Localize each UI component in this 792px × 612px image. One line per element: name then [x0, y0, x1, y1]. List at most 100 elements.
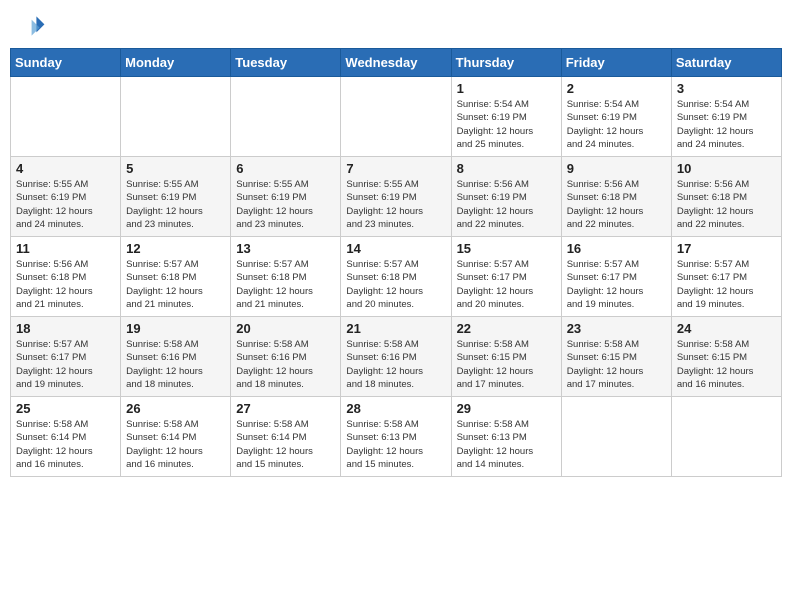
calendar-cell: 3 Sunrise: 5:54 AMSunset: 6:19 PMDaylight… [671, 77, 781, 157]
day-of-week-header: Saturday [671, 49, 781, 77]
calendar-cell: 17Sunrise: 5:57 AMSunset: 6:17 PMDayligh… [671, 237, 781, 317]
calendar-cell [341, 77, 451, 157]
calendar-cell: 2 Sunrise: 5:54 AMSunset: 6:19 PMDaylight… [561, 77, 671, 157]
day-number: 23 [567, 321, 666, 336]
day-number: 12 [126, 241, 225, 256]
day-info: Sunrise: 5:55 AMSunset: 6:19 PMDaylight:… [236, 178, 335, 231]
day-number: 2 [567, 81, 666, 96]
day-number: 24 [677, 321, 776, 336]
calendar-cell: 19 Sunrise: 5:58 AMSunset: 6:16 PMDayligh… [121, 317, 231, 397]
calendar-cell: 23 Sunrise: 5:58 AMSunset: 6:15 PMDayligh… [561, 317, 671, 397]
day-number: 19 [126, 321, 225, 336]
day-info: Sunrise: 5:57 AMSunset: 6:18 PMDaylight:… [236, 258, 335, 311]
day-info: Sunrise: 5:57 AMSunset: 6:17 PMDaylight:… [567, 258, 666, 311]
day-info: Sunrise: 5:58 AMSunset: 6:14 PMDaylight:… [236, 418, 335, 471]
calendar-week-row: 18 Sunrise: 5:57 AMSunset: 6:17 PMDayligh… [11, 317, 782, 397]
day-info: Sunrise: 5:54 AMSunset: 6:19 PMDaylight:… [567, 98, 666, 151]
day-number: 8 [457, 161, 556, 176]
calendar-cell: 28Sunrise: 5:58 AMSunset: 6:13 PMDayligh… [341, 397, 451, 477]
calendar-header: SundayMondayTuesdayWednesdayThursdayFrid… [11, 49, 782, 77]
calendar-cell: 16Sunrise: 5:57 AMSunset: 6:17 PMDayligh… [561, 237, 671, 317]
day-info: Sunrise: 5:57 AMSunset: 6:17 PMDaylight:… [677, 258, 776, 311]
day-info: Sunrise: 5:56 AMSunset: 6:18 PMDaylight:… [677, 178, 776, 231]
day-of-week-header: Monday [121, 49, 231, 77]
day-info: Sunrise: 5:57 AMSunset: 6:17 PMDaylight:… [16, 338, 115, 391]
calendar-cell: 7 Sunrise: 5:55 AMSunset: 6:19 PMDaylight… [341, 157, 451, 237]
day-info: Sunrise: 5:58 AMSunset: 6:16 PMDaylight:… [126, 338, 225, 391]
calendar-week-row: 4 Sunrise: 5:55 AMSunset: 6:19 PMDaylight… [11, 157, 782, 237]
calendar-week-row: 1 Sunrise: 5:54 AMSunset: 6:19 PMDaylight… [11, 77, 782, 157]
day-info: Sunrise: 5:58 AMSunset: 6:14 PMDaylight:… [126, 418, 225, 471]
calendar-table: SundayMondayTuesdayWednesdayThursdayFrid… [10, 48, 782, 477]
day-of-week-header: Thursday [451, 49, 561, 77]
calendar-cell [671, 397, 781, 477]
day-number: 9 [567, 161, 666, 176]
day-of-week-header: Tuesday [231, 49, 341, 77]
day-number: 15 [457, 241, 556, 256]
day-info: Sunrise: 5:58 AMSunset: 6:14 PMDaylight:… [16, 418, 115, 471]
day-info: Sunrise: 5:56 AMSunset: 6:18 PMDaylight:… [16, 258, 115, 311]
calendar-cell: 11 Sunrise: 5:56 AMSunset: 6:18 PMDayligh… [11, 237, 121, 317]
day-number: 29 [457, 401, 556, 416]
day-number: 6 [236, 161, 335, 176]
day-number: 22 [457, 321, 556, 336]
calendar-cell: 8 Sunrise: 5:56 AMSunset: 6:19 PMDaylight… [451, 157, 561, 237]
day-number: 5 [126, 161, 225, 176]
day-info: Sunrise: 5:57 AMSunset: 6:17 PMDaylight:… [457, 258, 556, 311]
day-number: 18 [16, 321, 115, 336]
logo-icon [14, 10, 46, 42]
calendar-cell: 12 Sunrise: 5:57 AMSunset: 6:18 PMDayligh… [121, 237, 231, 317]
calendar-cell: 25 Sunrise: 5:58 AMSunset: 6:14 PMDayligh… [11, 397, 121, 477]
day-of-week-header: Sunday [11, 49, 121, 77]
header [10, 10, 782, 42]
day-number: 7 [346, 161, 445, 176]
calendar-week-row: 25 Sunrise: 5:58 AMSunset: 6:14 PMDayligh… [11, 397, 782, 477]
day-number: 10 [677, 161, 776, 176]
calendar-cell: 26 Sunrise: 5:58 AMSunset: 6:14 PMDayligh… [121, 397, 231, 477]
day-info: Sunrise: 5:55 AMSunset: 6:19 PMDaylight:… [126, 178, 225, 231]
day-info: Sunrise: 5:54 AMSunset: 6:19 PMDaylight:… [677, 98, 776, 151]
calendar-cell: 22 Sunrise: 5:58 AMSunset: 6:15 PMDayligh… [451, 317, 561, 397]
calendar-cell: 10 Sunrise: 5:56 AMSunset: 6:18 PMDayligh… [671, 157, 781, 237]
day-info: Sunrise: 5:56 AMSunset: 6:19 PMDaylight:… [457, 178, 556, 231]
day-info: Sunrise: 5:56 AMSunset: 6:18 PMDaylight:… [567, 178, 666, 231]
day-info: Sunrise: 5:54 AMSunset: 6:19 PMDaylight:… [457, 98, 556, 151]
day-number: 1 [457, 81, 556, 96]
day-info: Sunrise: 5:57 AMSunset: 6:18 PMDaylight:… [346, 258, 445, 311]
day-number: 27 [236, 401, 335, 416]
calendar-cell: 6 Sunrise: 5:55 AMSunset: 6:19 PMDaylight… [231, 157, 341, 237]
calendar-cell: 20 Sunrise: 5:58 AMSunset: 6:16 PMDayligh… [231, 317, 341, 397]
day-of-week-header: Wednesday [341, 49, 451, 77]
day-info: Sunrise: 5:55 AMSunset: 6:19 PMDaylight:… [346, 178, 445, 231]
day-of-week-header: Friday [561, 49, 671, 77]
day-info: Sunrise: 5:58 AMSunset: 6:16 PMDaylight:… [346, 338, 445, 391]
day-number: 14 [346, 241, 445, 256]
calendar-body: 1 Sunrise: 5:54 AMSunset: 6:19 PMDaylight… [11, 77, 782, 477]
day-info: Sunrise: 5:58 AMSunset: 6:13 PMDaylight:… [346, 418, 445, 471]
calendar-cell [121, 77, 231, 157]
calendar-cell: 18 Sunrise: 5:57 AMSunset: 6:17 PMDayligh… [11, 317, 121, 397]
calendar-cell: 29 Sunrise: 5:58 AMSunset: 6:13 PMDayligh… [451, 397, 561, 477]
day-number: 4 [16, 161, 115, 176]
days-of-week-row: SundayMondayTuesdayWednesdayThursdayFrid… [11, 49, 782, 77]
calendar-week-row: 11 Sunrise: 5:56 AMSunset: 6:18 PMDayligh… [11, 237, 782, 317]
calendar-cell [561, 397, 671, 477]
day-number: 13 [236, 241, 335, 256]
day-info: Sunrise: 5:58 AMSunset: 6:15 PMDaylight:… [457, 338, 556, 391]
calendar-cell: 27 Sunrise: 5:58 AMSunset: 6:14 PMDayligh… [231, 397, 341, 477]
day-info: Sunrise: 5:58 AMSunset: 6:13 PMDaylight:… [457, 418, 556, 471]
day-number: 25 [16, 401, 115, 416]
calendar-cell: 1 Sunrise: 5:54 AMSunset: 6:19 PMDaylight… [451, 77, 561, 157]
day-info: Sunrise: 5:58 AMSunset: 6:15 PMDaylight:… [677, 338, 776, 391]
day-info: Sunrise: 5:57 AMSunset: 6:18 PMDaylight:… [126, 258, 225, 311]
day-number: 3 [677, 81, 776, 96]
day-info: Sunrise: 5:55 AMSunset: 6:19 PMDaylight:… [16, 178, 115, 231]
day-info: Sunrise: 5:58 AMSunset: 6:16 PMDaylight:… [236, 338, 335, 391]
calendar-cell: 15 Sunrise: 5:57 AMSunset: 6:17 PMDayligh… [451, 237, 561, 317]
logo [14, 10, 50, 42]
day-number: 11 [16, 241, 115, 256]
day-number: 26 [126, 401, 225, 416]
calendar-cell: 4 Sunrise: 5:55 AMSunset: 6:19 PMDaylight… [11, 157, 121, 237]
day-number: 20 [236, 321, 335, 336]
day-info: Sunrise: 5:58 AMSunset: 6:15 PMDaylight:… [567, 338, 666, 391]
